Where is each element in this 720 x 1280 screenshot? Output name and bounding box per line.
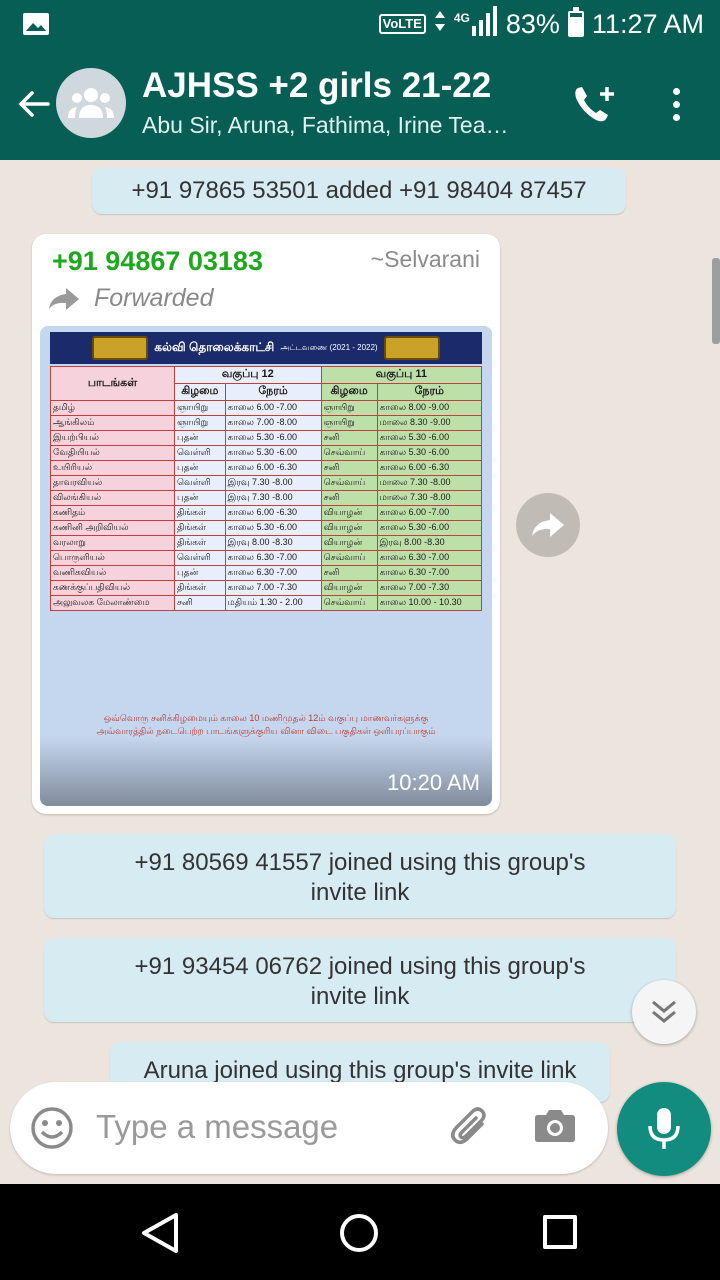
network-type: 4G [453,11,470,25]
share-arrow-icon [532,513,564,537]
signal-icon [471,5,498,43]
forwarded-label: Forwarded [48,284,214,313]
kalvi-logo-right [383,336,440,360]
kalvi-logo-left [92,336,149,360]
schedule-row: வணிகவியல் புதன் காலை 6.30 -7.00 சனி காலை 6.3… [50,565,483,581]
gallery-notification-icon [22,12,50,41]
schedule-row: விலங்கியல் புதன் இரவு 7.30 -8.00 சனி மாலை 7.… [50,490,483,506]
schedule-row: ஆங்கிலம் ஞாயிறு காலை 7.00 -8.00 ஞாயிறு மாலை … [50,415,483,431]
schedule-row: வரலாறு திங்கள் இரவு 8.00 -8.30 வியாழன் இரவு … [50,535,483,551]
system-message: +91 80569 41557 joined using this group'… [44,834,676,918]
nav-back-icon[interactable] [140,1212,180,1259]
group-avatar[interactable] [56,68,126,138]
group-members[interactable]: Abu Sir, Aruna, Fathima, Irine Tea… [142,112,542,139]
double-chevron-down-icon [652,1000,676,1023]
schedule-note: ஒவ்வொரு சனிக்கிழமையும் காலை 10 மணிமுதல் … [96,713,436,736]
message-input[interactable]: Type a message [96,1108,338,1146]
schedule-row: வேதியியல் வெள்ளி காலை 5.30 -6.00 செவ்வாய் கா… [50,445,483,461]
schedule-row: உயிரியல் புதன் காலை 6.00 -6.30 சனி காலை 6.00… [50,460,483,476]
schedule-row: பொருளியல் வெள்ளி காலை 6.30 -7.00 செவ்வாய் கா… [50,550,483,566]
scrollbar[interactable] [712,258,720,344]
nav-recents-icon[interactable] [543,1215,577,1249]
schedule-row: கணக்குப்பதிவியல் திங்கள் காலை 7.00 -7.30 வி… [50,580,483,596]
system-message: +91 97865 53501 added +91 98404 87457 [92,168,626,214]
chat-area[interactable]: +91 97865 53501 added +91 98404 87457 +9… [0,160,720,1184]
camera-icon[interactable] [534,1106,576,1149]
data-arrows-icon [434,9,446,40]
group-title[interactable]: AJHSS +2 girls 21-22 [142,66,491,106]
schedule-row: கணிதம் திங்கள் காலை 6.00 -6.30 வியாழன் காலை … [50,505,483,521]
status-bar: VoLTE 4G 83% 11:27 AM [0,0,720,48]
group-icon [68,88,114,118]
volte-indicator: VoLTE [378,14,426,34]
attach-icon[interactable] [448,1104,492,1153]
schedule-table: பாடங்கள் வகுப்பு 12 வகுப்பு 11 கிழமை நேர… [50,366,483,611]
system-message: +91 93454 06762 joined using this group'… [44,938,676,1022]
add-call-icon[interactable] [570,82,616,131]
sender-number[interactable]: +91 94867 03183 [52,246,263,277]
schedule-row: தமிழ் ஞாயிறு காலை 6.00 -7.00 ஞாயிறு காலை 8.0… [50,400,483,416]
message-input-bar[interactable]: Type a message [10,1082,608,1174]
schedule-row: அலுவலக மேலாண்மை சனி மதியம் 1.30 - 2.00 செவ்… [50,595,483,611]
forward-arrow-icon [49,287,79,310]
forwarded-image-message[interactable]: +91 94867 03183 ~Selvarani Forwarded கல்… [32,234,500,814]
scroll-to-bottom-button[interactable] [632,980,696,1044]
chat-header: AJHSS +2 girls 21-22 Abu Sir, Aruna, Fat… [0,48,720,160]
schedule-image[interactable]: கல்வி தொலைக்காட்சி அட்டவணை (2021 - 2022)… [40,326,492,806]
nav-home-icon[interactable] [340,1214,378,1252]
emoji-icon[interactable] [30,1106,74,1155]
schedule-row: கணினி அறிவியல் திங்கள் காலை 5.30 -6.00 வியா… [50,520,483,536]
clock: 11:27 AM [591,8,704,39]
battery-icon [567,7,584,37]
mic-icon [648,1108,680,1149]
overflow-menu-icon[interactable] [662,84,690,124]
back-arrow-icon[interactable] [14,84,54,124]
message-time: 10:20 AM [387,770,480,795]
forward-button[interactable] [516,493,580,557]
schedule-row: இயற்பியல் புதன் காலை 5.30 -6.00 சனி காலை 5.3… [50,430,483,446]
schedule-row: தாவரவியல் வெள்ளி இரவு 7.30 -8.00 செவ்வாய் மா… [50,475,483,491]
system-nav-bar [0,1184,720,1280]
voice-message-button[interactable] [617,1082,711,1176]
sender-alias: ~Selvarani [370,246,480,272]
battery-percent: 83% [505,8,560,39]
schedule-banner: கல்வி தொலைக்காட்சி அட்டவணை (2021 - 2022) [50,332,482,364]
